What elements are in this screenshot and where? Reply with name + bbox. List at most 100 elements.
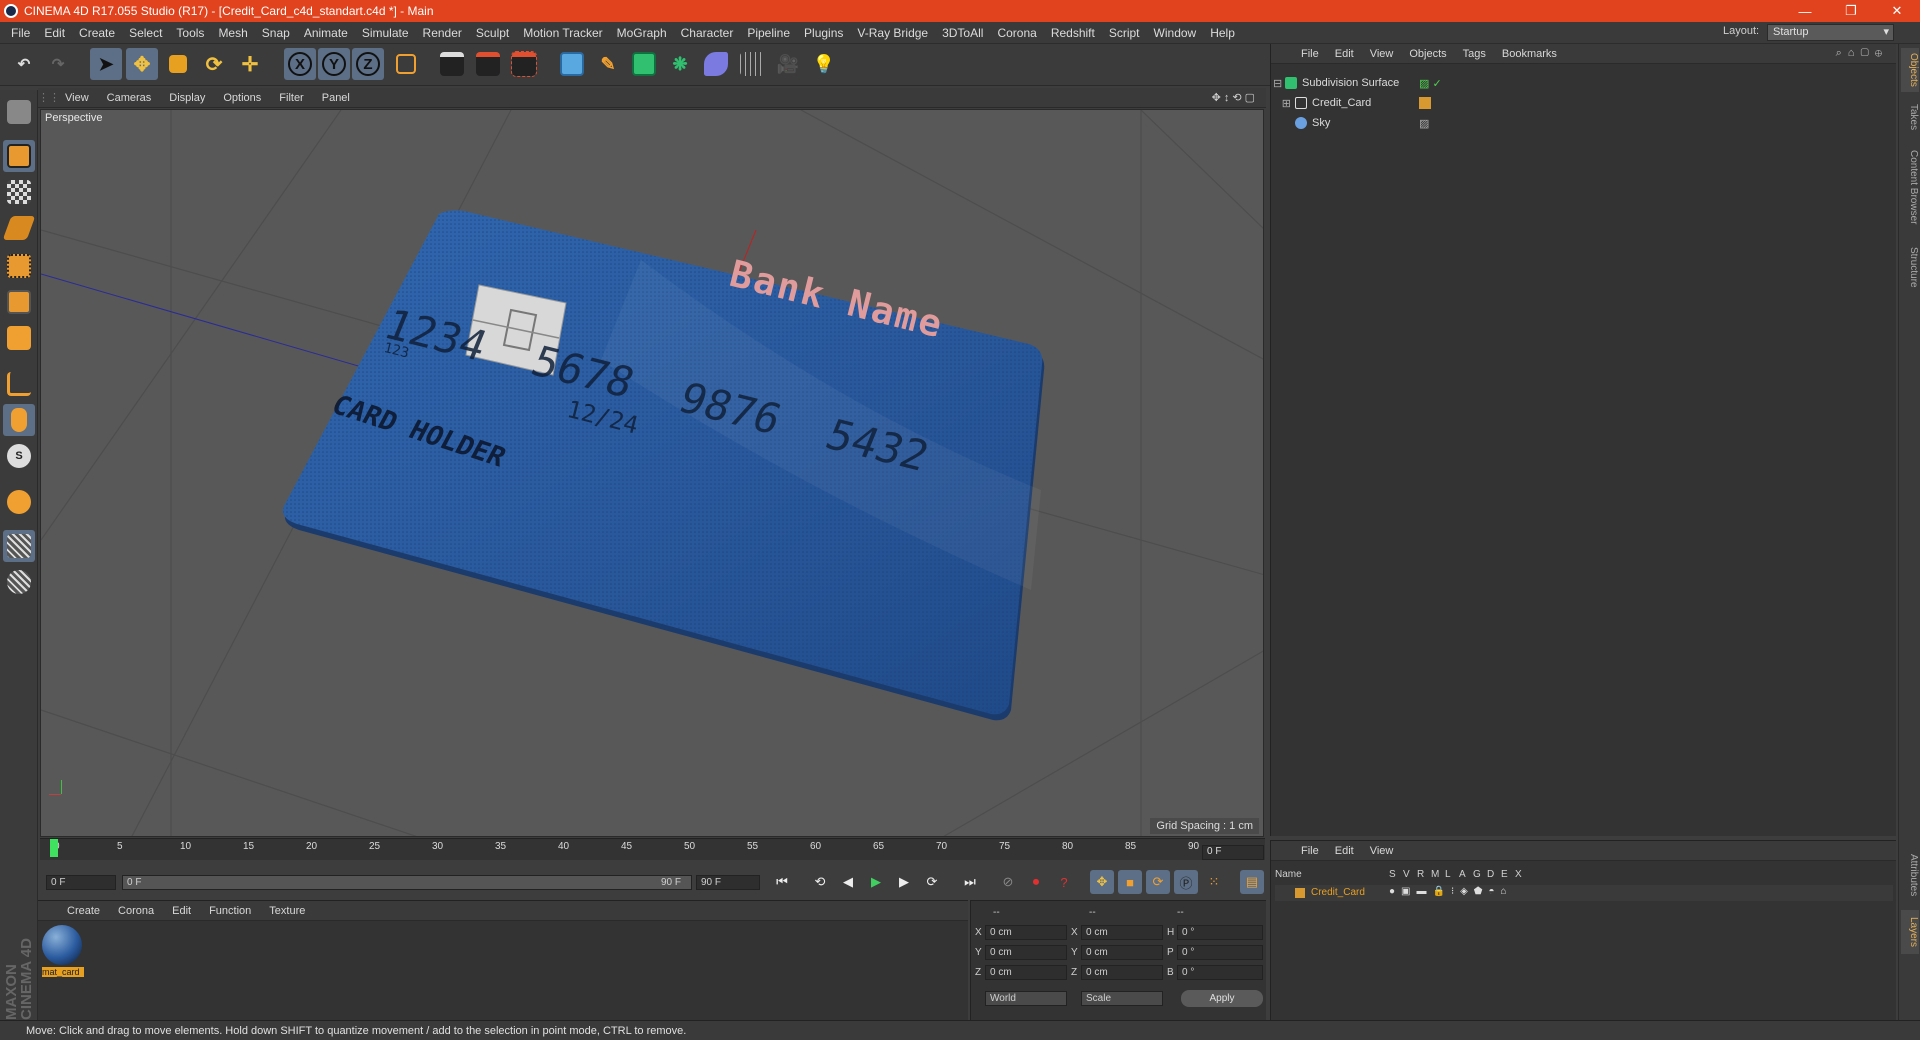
viewport-menu-panel[interactable]: Panel [313, 92, 359, 104]
menu-render[interactable]: Render [416, 26, 469, 40]
x-axis-button[interactable]: X [284, 48, 316, 80]
tweak-mode-button[interactable] [3, 404, 35, 436]
end-frame-field[interactable]: 90 F [696, 875, 760, 890]
polygons-mode-button[interactable] [3, 322, 35, 354]
frame-range-slider[interactable]: 0 F 90 F [122, 875, 692, 890]
z-axis-button[interactable]: Z [352, 48, 384, 80]
current-frame-field[interactable]: 0 F [1202, 845, 1264, 860]
rotation-h-field[interactable]: 0 ° [1177, 925, 1263, 940]
previous-frame-button[interactable]: ◀ [836, 870, 860, 894]
menu-corona[interactable]: Corona [990, 26, 1043, 40]
snap-button[interactable]: S [3, 440, 35, 472]
menu-pipeline[interactable]: Pipeline [740, 26, 797, 40]
move-tool-button[interactable]: ✥ [126, 48, 158, 80]
mat-menu-texture[interactable]: Texture [260, 905, 314, 917]
timeline-ruler[interactable]: 051015202530354045505560657075808590 [40, 838, 1265, 860]
om-menu-edit[interactable]: Edit [1327, 48, 1362, 60]
floor-button[interactable] [736, 48, 768, 80]
om-header-icons[interactable]: ⌕⌂▢⊕ [1836, 47, 1888, 60]
object-row-sky[interactable]: Sky ▨ [1273, 114, 1893, 132]
mat-menu-create[interactable]: Create [58, 905, 109, 917]
viewport-menu-cameras[interactable]: Cameras [98, 92, 161, 104]
layer-menu-file[interactable]: File [1293, 845, 1327, 857]
layer-flags-icons[interactable]: ●▣▬🔒⁝◈⬟◓⌂ [1389, 886, 1513, 897]
viewport-menu-display[interactable]: Display [160, 92, 214, 104]
size-z-field[interactable]: 0 cm [1081, 965, 1163, 980]
om-menu-bookmarks[interactable]: Bookmarks [1494, 48, 1565, 60]
om-menu-tags[interactable]: Tags [1455, 48, 1494, 60]
size-mode-dropdown[interactable]: Scale [1081, 991, 1163, 1006]
render-settings-button[interactable] [508, 48, 540, 80]
pen-spline-button[interactable]: ✎ [592, 48, 624, 80]
go-to-start-button[interactable]: ⏮ [770, 870, 794, 894]
scale-tool-button[interactable] [162, 48, 194, 80]
playhead[interactable] [50, 839, 58, 857]
layer-menu-edit[interactable]: Edit [1327, 845, 1362, 857]
axis-mode-button[interactable] [3, 368, 35, 400]
rotate-tool-button[interactable]: ⟳ [198, 48, 230, 80]
perspective-viewport[interactable]: Bank Name 1234 5678 9876 5432 123 12/24 … [40, 109, 1264, 837]
magnet-button[interactable] [3, 486, 35, 518]
menu-script[interactable]: Script [1102, 26, 1147, 40]
menu-tools[interactable]: Tools [169, 26, 211, 40]
size-x-field[interactable]: 0 cm [1081, 925, 1163, 940]
previous-keyframe-button[interactable]: ⟲ [808, 870, 832, 894]
play-button[interactable]: ▶ [864, 870, 888, 894]
undo-button[interactable]: ↶ [8, 48, 40, 80]
tab-takes[interactable]: Takes [1901, 100, 1919, 134]
size-y-field[interactable]: 0 cm [1081, 945, 1163, 960]
go-to-end-button[interactable]: ⏭ [958, 870, 982, 894]
tab-content-browser[interactable]: Content Browser [1901, 142, 1919, 232]
tab-attributes[interactable]: Attributes [1901, 844, 1919, 906]
mograph-cloner-button[interactable]: ❋ [664, 48, 696, 80]
minimize-button[interactable]: — [1782, 0, 1828, 22]
key-pla-button[interactable]: ⁙ [1202, 870, 1226, 894]
key-parameter-button[interactable]: Ⓟ [1174, 870, 1198, 894]
om-menu-objects[interactable]: Objects [1401, 48, 1454, 60]
layout-dropdown[interactable]: Startup ▾ [1767, 24, 1894, 41]
next-keyframe-button[interactable]: ⟳ [920, 870, 944, 894]
workplane-rotate-button[interactable] [3, 566, 35, 598]
render-view-button[interactable] [436, 48, 468, 80]
camera-button[interactable]: 🎥 [772, 48, 804, 80]
menu-3dtoall[interactable]: 3DToAll [935, 26, 990, 40]
make-editable-button[interactable] [3, 96, 35, 128]
camera-label[interactable]: Perspective [45, 112, 102, 124]
viewport-menu-options[interactable]: Options [214, 92, 270, 104]
cube-button[interactable] [556, 48, 588, 80]
workplane-lock-button[interactable] [3, 530, 35, 562]
menu-sculpt[interactable]: Sculpt [469, 26, 516, 40]
tab-structure[interactable]: Structure [1901, 240, 1919, 294]
coordinate-system-button[interactable] [390, 48, 422, 80]
menu-plugins[interactable]: Plugins [797, 26, 850, 40]
tab-layers[interactable]: Layers [1901, 910, 1919, 954]
restore-button[interactable]: ❐ [1828, 0, 1874, 22]
live-selection-button[interactable]: ➤ [90, 48, 122, 80]
menu-snap[interactable]: Snap [255, 26, 297, 40]
credit-card-model[interactable] [282, 210, 1045, 721]
apply-button[interactable]: Apply [1181, 990, 1263, 1007]
key-rotation-button[interactable]: ⟳ [1146, 870, 1170, 894]
start-frame-field[interactable]: 0 F [46, 875, 116, 890]
record-keys-button[interactable]: ⊘ [996, 870, 1020, 894]
viewport-menu-filter[interactable]: Filter [270, 92, 312, 104]
menu-mesh[interactable]: Mesh [211, 26, 254, 40]
menu-select[interactable]: Select [122, 26, 169, 40]
menu-edit[interactable]: Edit [37, 26, 72, 40]
next-frame-button[interactable]: ▶ [892, 870, 916, 894]
menu-animate[interactable]: Animate [297, 26, 355, 40]
key-position-button[interactable]: ✥ [1090, 870, 1114, 894]
subdivision-button[interactable] [628, 48, 660, 80]
mat-menu-corona[interactable]: Corona [109, 905, 163, 917]
light-button[interactable]: 💡 [808, 48, 840, 80]
menu-mograph[interactable]: MoGraph [610, 26, 674, 40]
object-row-credit-card[interactable]: ⊞ Credit_Card [1273, 94, 1893, 112]
redo-button[interactable]: ↷ [42, 48, 74, 80]
position-y-field[interactable]: 0 cm [985, 945, 1067, 960]
rotation-p-field[interactable]: 0 ° [1177, 945, 1263, 960]
om-menu-file[interactable]: File [1293, 48, 1327, 60]
render-picture-viewer-button[interactable] [472, 48, 504, 80]
mat-menu-function[interactable]: Function [200, 905, 260, 917]
model-mode-button[interactable] [3, 140, 35, 172]
object-row-subdivision-surface[interactable]: ⊟ Subdivision Surface ▨ ✓ [1273, 74, 1893, 92]
